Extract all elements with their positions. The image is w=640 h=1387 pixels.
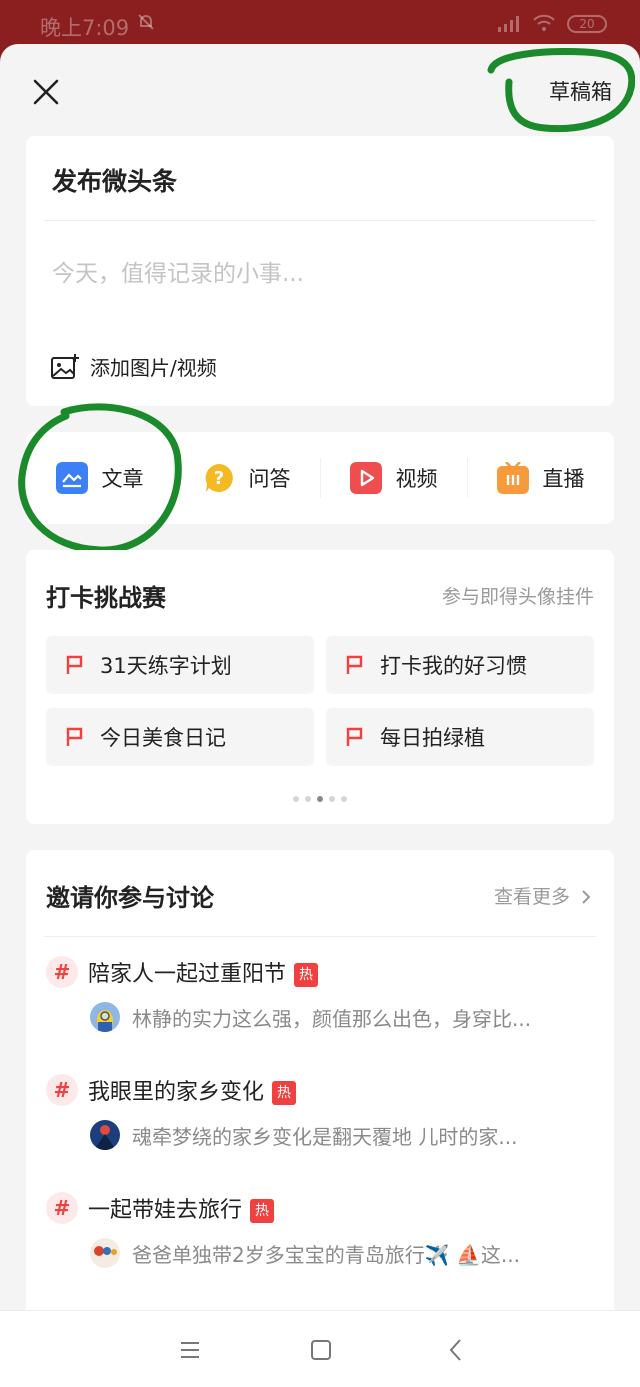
challenge-subtitle[interactable]: 参与即得头像挂件: [442, 582, 594, 609]
wifi-icon: [533, 14, 555, 31]
topic-name: 我眼里的家乡变化: [88, 1080, 265, 1105]
status-bar: 晚上7:09 20: [0, 0, 640, 46]
image-add-icon: [51, 353, 79, 379]
type-live-label: 直播: [542, 467, 585, 491]
publish-sheet: 草稿箱 发布微头条 今天，值得记录的小事... 添加图片/视频 文章 ? 问答 …: [0, 44, 640, 1310]
discussion-title: 邀请你参与讨论: [46, 884, 214, 912]
page-dot: [329, 796, 335, 802]
publish-card: 发布微头条 今天，值得记录的小事... 添加图片/视频: [26, 136, 614, 406]
topic-excerpt: 爸爸单独带2岁多宝宝的青岛旅行✈️ ⛵这...: [132, 1243, 520, 1267]
signal-icon: [498, 16, 519, 32]
post-text-input[interactable]: 今天，值得记录的小事...: [52, 254, 304, 288]
menu-icon[interactable]: [177, 1337, 203, 1363]
type-video-label: 视频: [395, 467, 438, 491]
challenge-item[interactable]: 31天练字计划: [46, 636, 314, 694]
topic-item[interactable]: # 陪家人一起过重阳节热 林静的实力这么强，颜值那么出色，身穿比...: [46, 956, 606, 1046]
battery-indicator: 20: [567, 15, 607, 33]
page-dot: [293, 796, 299, 802]
chevron-right-icon: [582, 890, 591, 904]
topic-item[interactable]: # 一起带娃去旅行热 爸爸单独带2岁多宝宝的青岛旅行✈️ ⛵这...: [46, 1192, 606, 1282]
flag-icon: [66, 727, 83, 746]
status-time: 晚上7:09: [40, 16, 130, 40]
type-live-button[interactable]: 直播: [467, 432, 614, 524]
challenge-item-label: 打卡我的好习惯: [380, 654, 527, 678]
type-qa-button[interactable]: ? 问答: [173, 432, 320, 524]
challenge-card: 打卡挑战赛 参与即得头像挂件 31天练字计划 打卡我的好习惯 今日美食日记 每日…: [26, 550, 614, 824]
video-icon: [349, 462, 382, 494]
system-nav-bar: [0, 1310, 640, 1387]
divider: [44, 220, 596, 221]
annotation-circle: [487, 48, 635, 133]
page-indicator: [26, 796, 614, 802]
flag-icon: [66, 655, 83, 674]
topic-excerpt: 魂牵梦绕的家乡变化是翻天覆地 儿时的家...: [132, 1125, 518, 1149]
see-more-label: 查看更多: [493, 886, 570, 908]
hot-badge: 热: [250, 1199, 275, 1223]
publish-title: 发布微头条: [52, 167, 178, 196]
see-more-link[interactable]: 查看更多: [494, 882, 592, 909]
topic-name: 陪家人一起过重阳节: [88, 962, 287, 987]
topic-item[interactable]: # 我眼里的家乡变化热 魂牵梦绕的家乡变化是翻天覆地 儿时的家...: [46, 1074, 606, 1164]
page-dot: [305, 796, 311, 802]
page-dot: [341, 796, 347, 802]
svg-text:?: ?: [213, 468, 223, 489]
hashtag-icon: #: [46, 956, 78, 988]
home-icon[interactable]: [308, 1337, 334, 1363]
add-media-label: 添加图片/视频: [90, 356, 217, 380]
hashtag-icon: #: [46, 1074, 78, 1106]
discussion-card: 邀请你参与讨论 查看更多 # 陪家人一起过重阳节热 林静的实力这么强，颜值那么出…: [26, 850, 614, 1310]
topic-excerpt: 林静的实力这么强，颜值那么出色，身穿比...: [132, 1007, 532, 1031]
page-dot-active: [317, 796, 323, 802]
mute-bell-icon: [138, 14, 154, 30]
flag-icon: [346, 655, 363, 674]
challenge-item-label: 今日美食日记: [100, 726, 226, 750]
challenge-item[interactable]: 今日美食日记: [46, 708, 314, 766]
hot-badge: 热: [272, 1081, 297, 1105]
avatar: [90, 1238, 120, 1268]
hashtag-icon: #: [46, 1192, 78, 1224]
type-video-button[interactable]: 视频: [320, 432, 467, 524]
challenge-title: 打卡挑战赛: [46, 584, 166, 612]
add-media-button[interactable]: 添加图片/视频: [50, 352, 217, 381]
annotation-circle: [18, 403, 182, 554]
topic-name: 一起带娃去旅行: [88, 1198, 243, 1223]
live-icon: [496, 462, 529, 494]
avatar: [90, 1002, 120, 1032]
type-qa-label: 问答: [248, 467, 291, 491]
flag-icon: [346, 727, 363, 746]
close-icon[interactable]: [32, 78, 60, 106]
question-icon: ?: [205, 464, 233, 492]
hot-badge: 热: [294, 963, 319, 987]
avatar: [90, 1120, 120, 1150]
challenge-item-label: 31天练字计划: [100, 654, 232, 678]
divider: [44, 936, 596, 937]
back-icon[interactable]: [443, 1337, 469, 1363]
challenge-item-label: 每日拍绿植: [380, 726, 485, 750]
challenge-item[interactable]: 每日拍绿植: [326, 708, 594, 766]
challenge-item[interactable]: 打卡我的好习惯: [326, 636, 594, 694]
